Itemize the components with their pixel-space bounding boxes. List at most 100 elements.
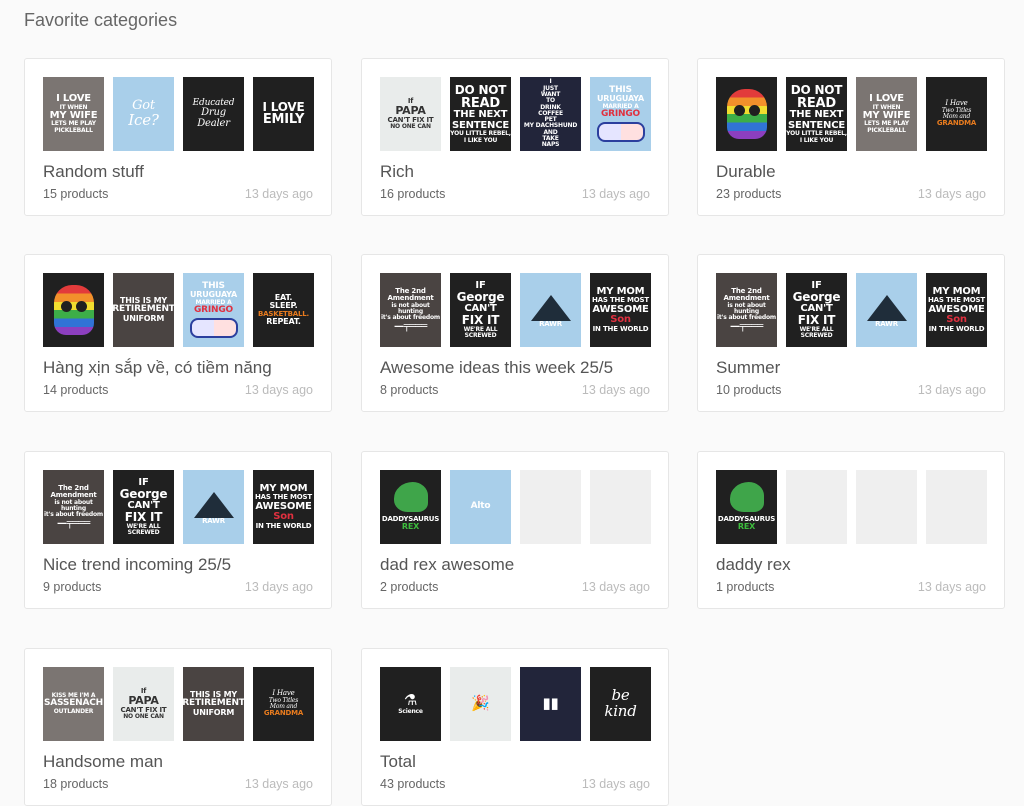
product-thumbnail[interactable] — [716, 77, 777, 151]
product-thumbnail[interactable] — [43, 273, 104, 347]
thumbnail-print-text: kind — [604, 702, 637, 720]
updated-time: 13 days ago — [917, 580, 986, 594]
updated-time: 13 days ago — [917, 187, 986, 201]
product-thumbnail[interactable]: be kind — [590, 667, 651, 741]
product-thumbnail[interactable]: IF George CAN'T FIX IT WE'RE ALL SCREWED — [113, 470, 174, 544]
product-thumbnail[interactable]: DADDYSAURUS REX — [380, 470, 441, 544]
category-name[interactable]: Random stuff — [43, 162, 144, 182]
product-thumbnail[interactable]: MY MOM HAS THE MOST AWESOME Son IN THE WORLD — [253, 470, 314, 544]
product-thumbnail[interactable]: If PAPA CAN'T FIX IT NO ONE CAN — [380, 77, 441, 151]
product-thumbnail[interactable]: RAWR — [520, 273, 581, 347]
thumbnail-print-text: The 2nd Amendment — [50, 483, 97, 500]
product-count: 9 products — [43, 580, 102, 594]
category-name[interactable]: Nice trend incoming 25/5 — [43, 555, 231, 575]
product-count: 23 products — [716, 187, 782, 201]
thumbnail-print-text: REX — [737, 522, 756, 532]
mountain-graphic — [530, 295, 571, 322]
thumbnail-print-text: LETS ME PLAY PICKLEBALL — [864, 120, 909, 134]
thumbnail-print-text: George — [456, 290, 505, 305]
product-count: 8 products — [380, 383, 439, 397]
thumbnail-print-text: IN THE WORLD — [592, 324, 649, 333]
product-thumbnail[interactable]: MY MOM HAS THE MOST AWESOME Son IN THE WORLD — [590, 273, 651, 347]
thumbnail-print-text: Dealer — [197, 117, 230, 129]
product-count: 10 products — [716, 383, 782, 397]
product-thumbnail[interactable]: THIS URUGUAYA MARRIED A GRINGO — [590, 77, 651, 151]
product-thumbnail[interactable]: The 2nd Amendment is not about hunting it'… — [43, 470, 104, 544]
product-thumbnails: If PAPA CAN'T FIX IT NO ONE CAN DO NOT READ TH… — [380, 77, 652, 151]
category-card[interactable]: ⚗ Science 🎉 ▮▮ be kind Total 43 products 13 days… — [361, 648, 669, 806]
product-thumbnail[interactable]: DO NOT READ THE NEXT SENTENCE YOU LITTLE REB… — [450, 77, 511, 151]
product-thumbnail[interactable]: RAWR — [183, 470, 244, 544]
product-thumbnail[interactable]: Got Ice? — [113, 77, 174, 151]
thumbnail-print-text: NAPS — [541, 141, 560, 149]
product-thumbnail[interactable]: KISS ME I'M A SASSENACH OUTLANDER — [43, 667, 104, 741]
thumbnail-print-text: RAWR — [875, 320, 898, 329]
category-card[interactable]: If PAPA CAN'T FIX IT NO ONE CAN DO NOT READ TH… — [361, 58, 669, 216]
product-thumbnail[interactable]: The 2nd Amendment is not about hunting it'… — [380, 273, 441, 347]
product-thumbnail[interactable]: Alto — [450, 470, 511, 544]
category-card[interactable]: DO NOT READ THE NEXT SENTENCE YOU LITTLE REB… — [697, 58, 1005, 216]
product-thumbnail[interactable]: THIS IS MY RETIREMENT UNIFORM — [113, 273, 174, 347]
category-name[interactable]: Hàng xịn sắp về, có tiềm năng — [43, 358, 272, 378]
category-name[interactable]: Summer — [716, 358, 780, 378]
thumbnail-print-text: LETS ME PLAY PICKLEBALL — [51, 120, 96, 134]
rainbow-skull-graphic — [726, 89, 767, 139]
category-name[interactable]: daddy rex — [716, 555, 791, 575]
empty-thumbnail — [786, 470, 847, 544]
product-thumbnail[interactable]: THIS URUGUAYA MARRIED A GRINGO — [183, 273, 244, 347]
product-thumbnail[interactable]: IF George CAN'T FIX IT WE'RE ALL SCREWED — [450, 273, 511, 347]
thumbnail-print-text: —╤═══ — [729, 320, 764, 332]
dinosaur-graphic — [393, 482, 428, 513]
category-card[interactable]: DADDYSAURUS REX Alto dad rex awesome 2 produ… — [361, 451, 669, 609]
product-thumbnail[interactable]: If PAPA CAN'T FIX IT NO ONE CAN — [113, 667, 174, 741]
thumbnail-print-text: YOU LITTLE REBEL, I LIKE YOU — [450, 130, 511, 144]
thumbnail-print-text: GRINGO — [193, 304, 234, 315]
product-thumbnail[interactable]: THIS IS MY RETIREMENT UNIFORM — [183, 667, 244, 741]
category-card[interactable]: I LOVE IT WHEN MY WIFE LETS ME PLAY PICKLEB… — [24, 58, 332, 216]
category-name[interactable]: Awesome ideas this week 25/5 — [380, 358, 613, 378]
updated-time: 13 days ago — [581, 777, 650, 791]
product-thumbnail[interactable]: IF George CAN'T FIX IT WE'RE ALL SCREWED — [786, 273, 847, 347]
category-card[interactable]: DADDYSAURUS REX daddy rex 1 products 13 days… — [697, 451, 1005, 609]
category-name[interactable]: Handsome man — [43, 752, 163, 772]
product-thumbnail[interactable]: ▮▮ — [520, 667, 581, 741]
product-count: 18 products — [43, 777, 109, 791]
product-thumbnail[interactable]: I JUST WANT TO DRINK COFFEE PET MY DACHSHUND AND… — [520, 77, 581, 151]
favorite-categories-page: Favorite categories I LOVE IT WHEN MY WIFE… — [0, 0, 1024, 806]
category-name[interactable]: dad rex awesome — [380, 555, 514, 575]
product-thumbnail[interactable]: 🎉 — [450, 667, 511, 741]
thumbnail-print-text: I LOVE — [869, 93, 904, 105]
flag-glasses-graphic — [189, 318, 238, 339]
product-thumbnail[interactable]: EAT. SLEEP. BASKETBALL. REPEAT. — [253, 273, 314, 347]
thumbnail-print-text: NO ONE CAN — [123, 712, 164, 720]
category-name[interactable]: Total — [380, 752, 416, 772]
thumbnail-print-text: —╤═══ — [393, 320, 428, 332]
product-thumbnail[interactable]: DADDYSAURUS REX — [716, 470, 777, 544]
category-card[interactable]: The 2nd Amendment is not about hunting it'… — [361, 254, 669, 412]
product-thumbnail[interactable]: I LOVE IT WHEN MY WIFE LETS ME PLAY PICKLEB… — [43, 77, 104, 151]
thumbnail-print-text: ⚗ — [403, 690, 418, 709]
category-card[interactable]: The 2nd Amendment is not about hunting it'… — [24, 451, 332, 609]
product-thumbnail[interactable]: Educated Drug Dealer — [183, 77, 244, 151]
product-thumbnails: ⚗ Science 🎉 ▮▮ be kind — [380, 667, 652, 741]
product-thumbnail[interactable]: I LOVE IT WHEN MY WIFE LETS ME PLAY PICKLEB… — [856, 77, 917, 151]
section-title: Favorite categories — [24, 10, 178, 30]
product-thumbnail[interactable]: DO NOT READ THE NEXT SENTENCE YOU LITTLE REB… — [786, 77, 847, 151]
thumbnail-print-text: FIX IT — [124, 510, 163, 525]
thumbnail-print-text: The 2nd Amendment — [387, 286, 434, 303]
product-thumbnail[interactable]: I LOVE EMILY — [253, 77, 314, 151]
product-thumbnail[interactable]: I Have Two Titles Mom and GRANDMA — [926, 77, 987, 151]
empty-thumbnail — [856, 470, 917, 544]
category-name[interactable]: Rich — [380, 162, 414, 182]
category-card[interactable]: THIS IS MY RETIREMENT UNIFORM THIS URUGUAYA M… — [24, 254, 332, 412]
updated-time: 13 days ago — [581, 580, 650, 594]
category-name[interactable]: Durable — [716, 162, 776, 182]
product-thumbnail[interactable]: MY MOM HAS THE MOST AWESOME Son IN THE WORLD — [926, 273, 987, 347]
product-thumbnail[interactable]: The 2nd Amendment is not about hunting it'… — [716, 273, 777, 347]
product-thumbnail[interactable]: I Have Two Titles Mom and GRANDMA — [253, 667, 314, 741]
category-card[interactable]: The 2nd Amendment is not about hunting it'… — [697, 254, 1005, 412]
category-card[interactable]: KISS ME I'M A SASSENACH OUTLANDER If PAPA CAN… — [24, 648, 332, 806]
product-thumbnail[interactable]: ⚗ Science — [380, 667, 441, 741]
product-thumbnail[interactable]: RAWR — [856, 273, 917, 347]
dinosaur-graphic — [729, 482, 764, 513]
